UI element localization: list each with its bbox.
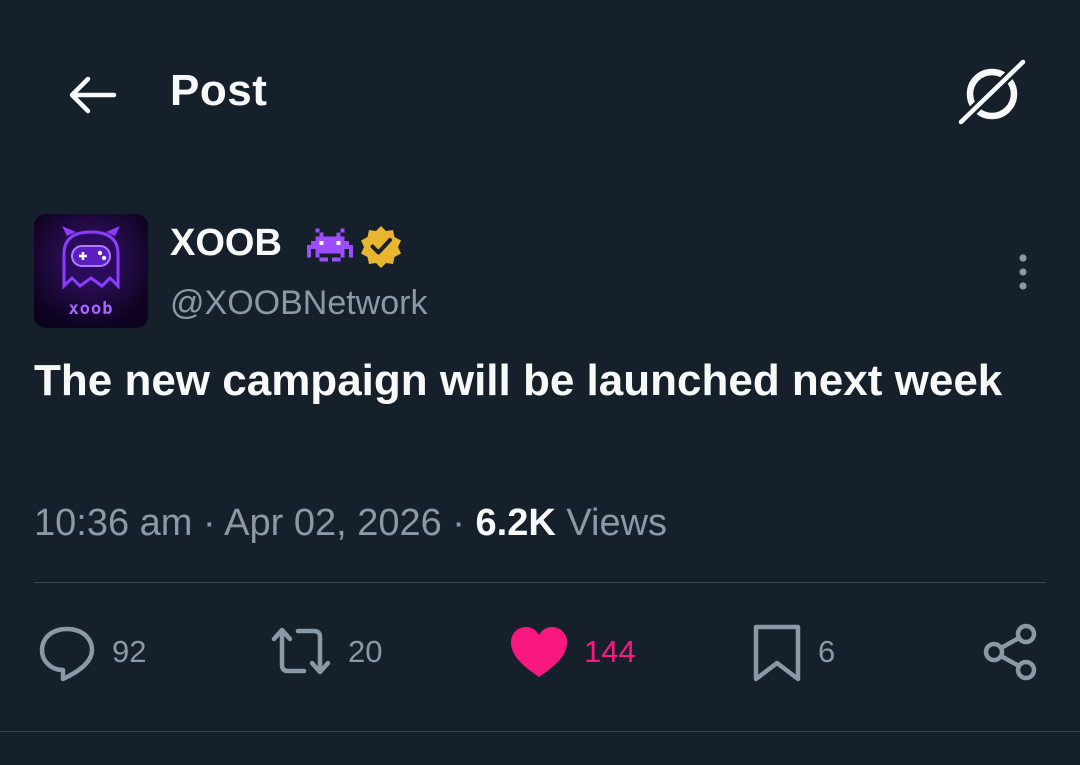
grok-icon — [957, 58, 1027, 126]
grok-button[interactable] — [955, 58, 1029, 126]
top-bar: Post — [0, 0, 1080, 185]
post-detail-page: Post xoob XOOB @XOOBNetwork The new camp… — [0, 0, 1080, 765]
views-count[interactable]: 6.2K — [476, 502, 556, 544]
reply-count: 92 — [112, 634, 147, 669]
like-button[interactable]: 144 — [508, 620, 636, 684]
like-count: 144 — [584, 634, 636, 669]
more-vertical-icon — [1019, 254, 1027, 290]
avatar-logo-text: xoob — [69, 299, 114, 319]
alien-monster-icon — [307, 228, 353, 262]
post-meta: 10:36 am · Apr 02, 2026 · 6.2K Views — [34, 502, 667, 545]
bookmark-count: 6 — [818, 634, 836, 669]
reply-icon — [39, 626, 95, 682]
more-options-button[interactable] — [1000, 250, 1046, 296]
meta-separator: · — [441, 502, 476, 544]
heart-icon — [511, 627, 567, 677]
author-name[interactable]: XOOB — [170, 222, 282, 265]
repost-button[interactable]: 20 — [268, 620, 382, 684]
back-button[interactable] — [62, 70, 122, 120]
bookmark-icon — [753, 624, 801, 682]
bookmark-button[interactable]: 6 — [750, 620, 835, 684]
xoob-logo: xoob — [34, 214, 148, 328]
post-time: 10:36 am — [34, 502, 193, 544]
meta-separator: · — [192, 502, 225, 544]
repost-icon — [271, 627, 331, 675]
author-handle[interactable]: @XOOBNetwork — [170, 284, 427, 323]
page-title: Post — [170, 66, 268, 115]
avatar[interactable]: xoob — [34, 214, 148, 328]
divider — [34, 582, 1046, 583]
post-text: The new campaign will be launched next w… — [34, 356, 1003, 405]
repost-count: 20 — [348, 634, 383, 669]
share-button[interactable] — [980, 620, 1042, 684]
share-icon — [983, 623, 1037, 681]
reply-button[interactable]: 92 — [36, 620, 146, 684]
arrow-left-icon — [69, 76, 117, 114]
views-label[interactable]: Views — [566, 502, 667, 544]
divider — [0, 731, 1080, 732]
post-date[interactable]: Apr 02, 2026 — [224, 502, 442, 544]
verified-badge-icon — [361, 226, 401, 268]
